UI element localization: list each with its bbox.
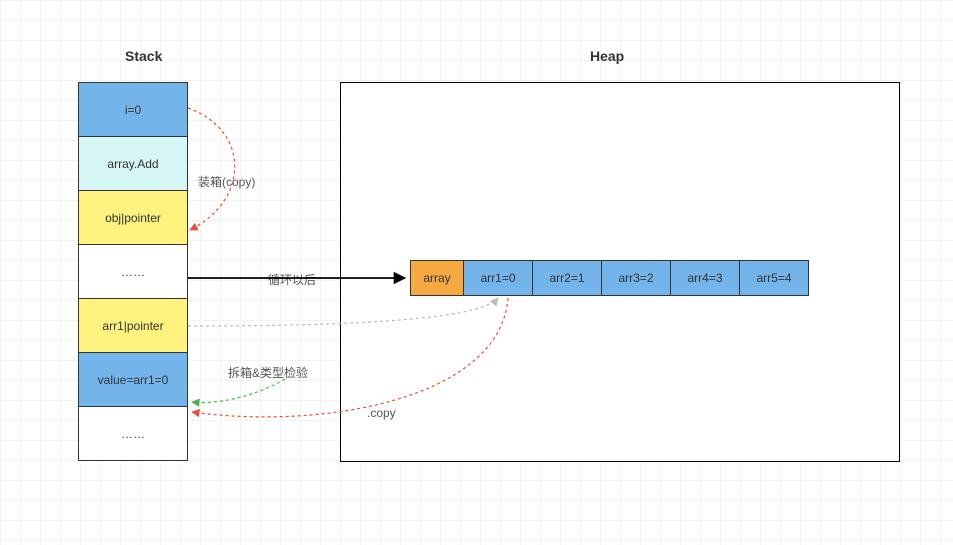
heap-array: array arr1=0 arr2=1 arr3=2 arr4=3 arr5=4 [410, 260, 809, 296]
stack-cell-i: i=0 [78, 82, 188, 137]
stack-cell-obj-ptr: obj|pointer [78, 190, 188, 245]
heap-cell-arr3: arr3=2 [601, 260, 671, 296]
stack-cell-arr1-ptr: arr1|pointer [78, 298, 188, 353]
stack-cell-ellipsis1: …… [78, 244, 188, 299]
arrow-boxing [188, 108, 235, 230]
annotation-copy: .copy [367, 406, 396, 420]
stack-cell-value: value=arr1=0 [78, 352, 188, 407]
stack-cell-ellipsis2: …… [78, 406, 188, 461]
heap-cell-arr4: arr4=3 [670, 260, 740, 296]
heap-cell-arr5: arr5=4 [739, 260, 809, 296]
stack-cell-array-add: array.Add [78, 136, 188, 191]
heap-cell-arr1: arr1=0 [463, 260, 533, 296]
heap-cell-array: array [410, 260, 464, 296]
annotation-after-loop: 循环以后 [268, 271, 316, 288]
stack-container: i=0 array.Add obj|pointer …… arr1|pointe… [78, 82, 188, 461]
annotation-unboxing: 拆箱&类型检验 [228, 364, 308, 381]
annotation-boxing: 装箱(copy) [198, 173, 255, 190]
heap-title: Heap [590, 48, 624, 64]
heap-cell-arr2: arr2=1 [532, 260, 602, 296]
stack-title: Stack [125, 48, 162, 64]
